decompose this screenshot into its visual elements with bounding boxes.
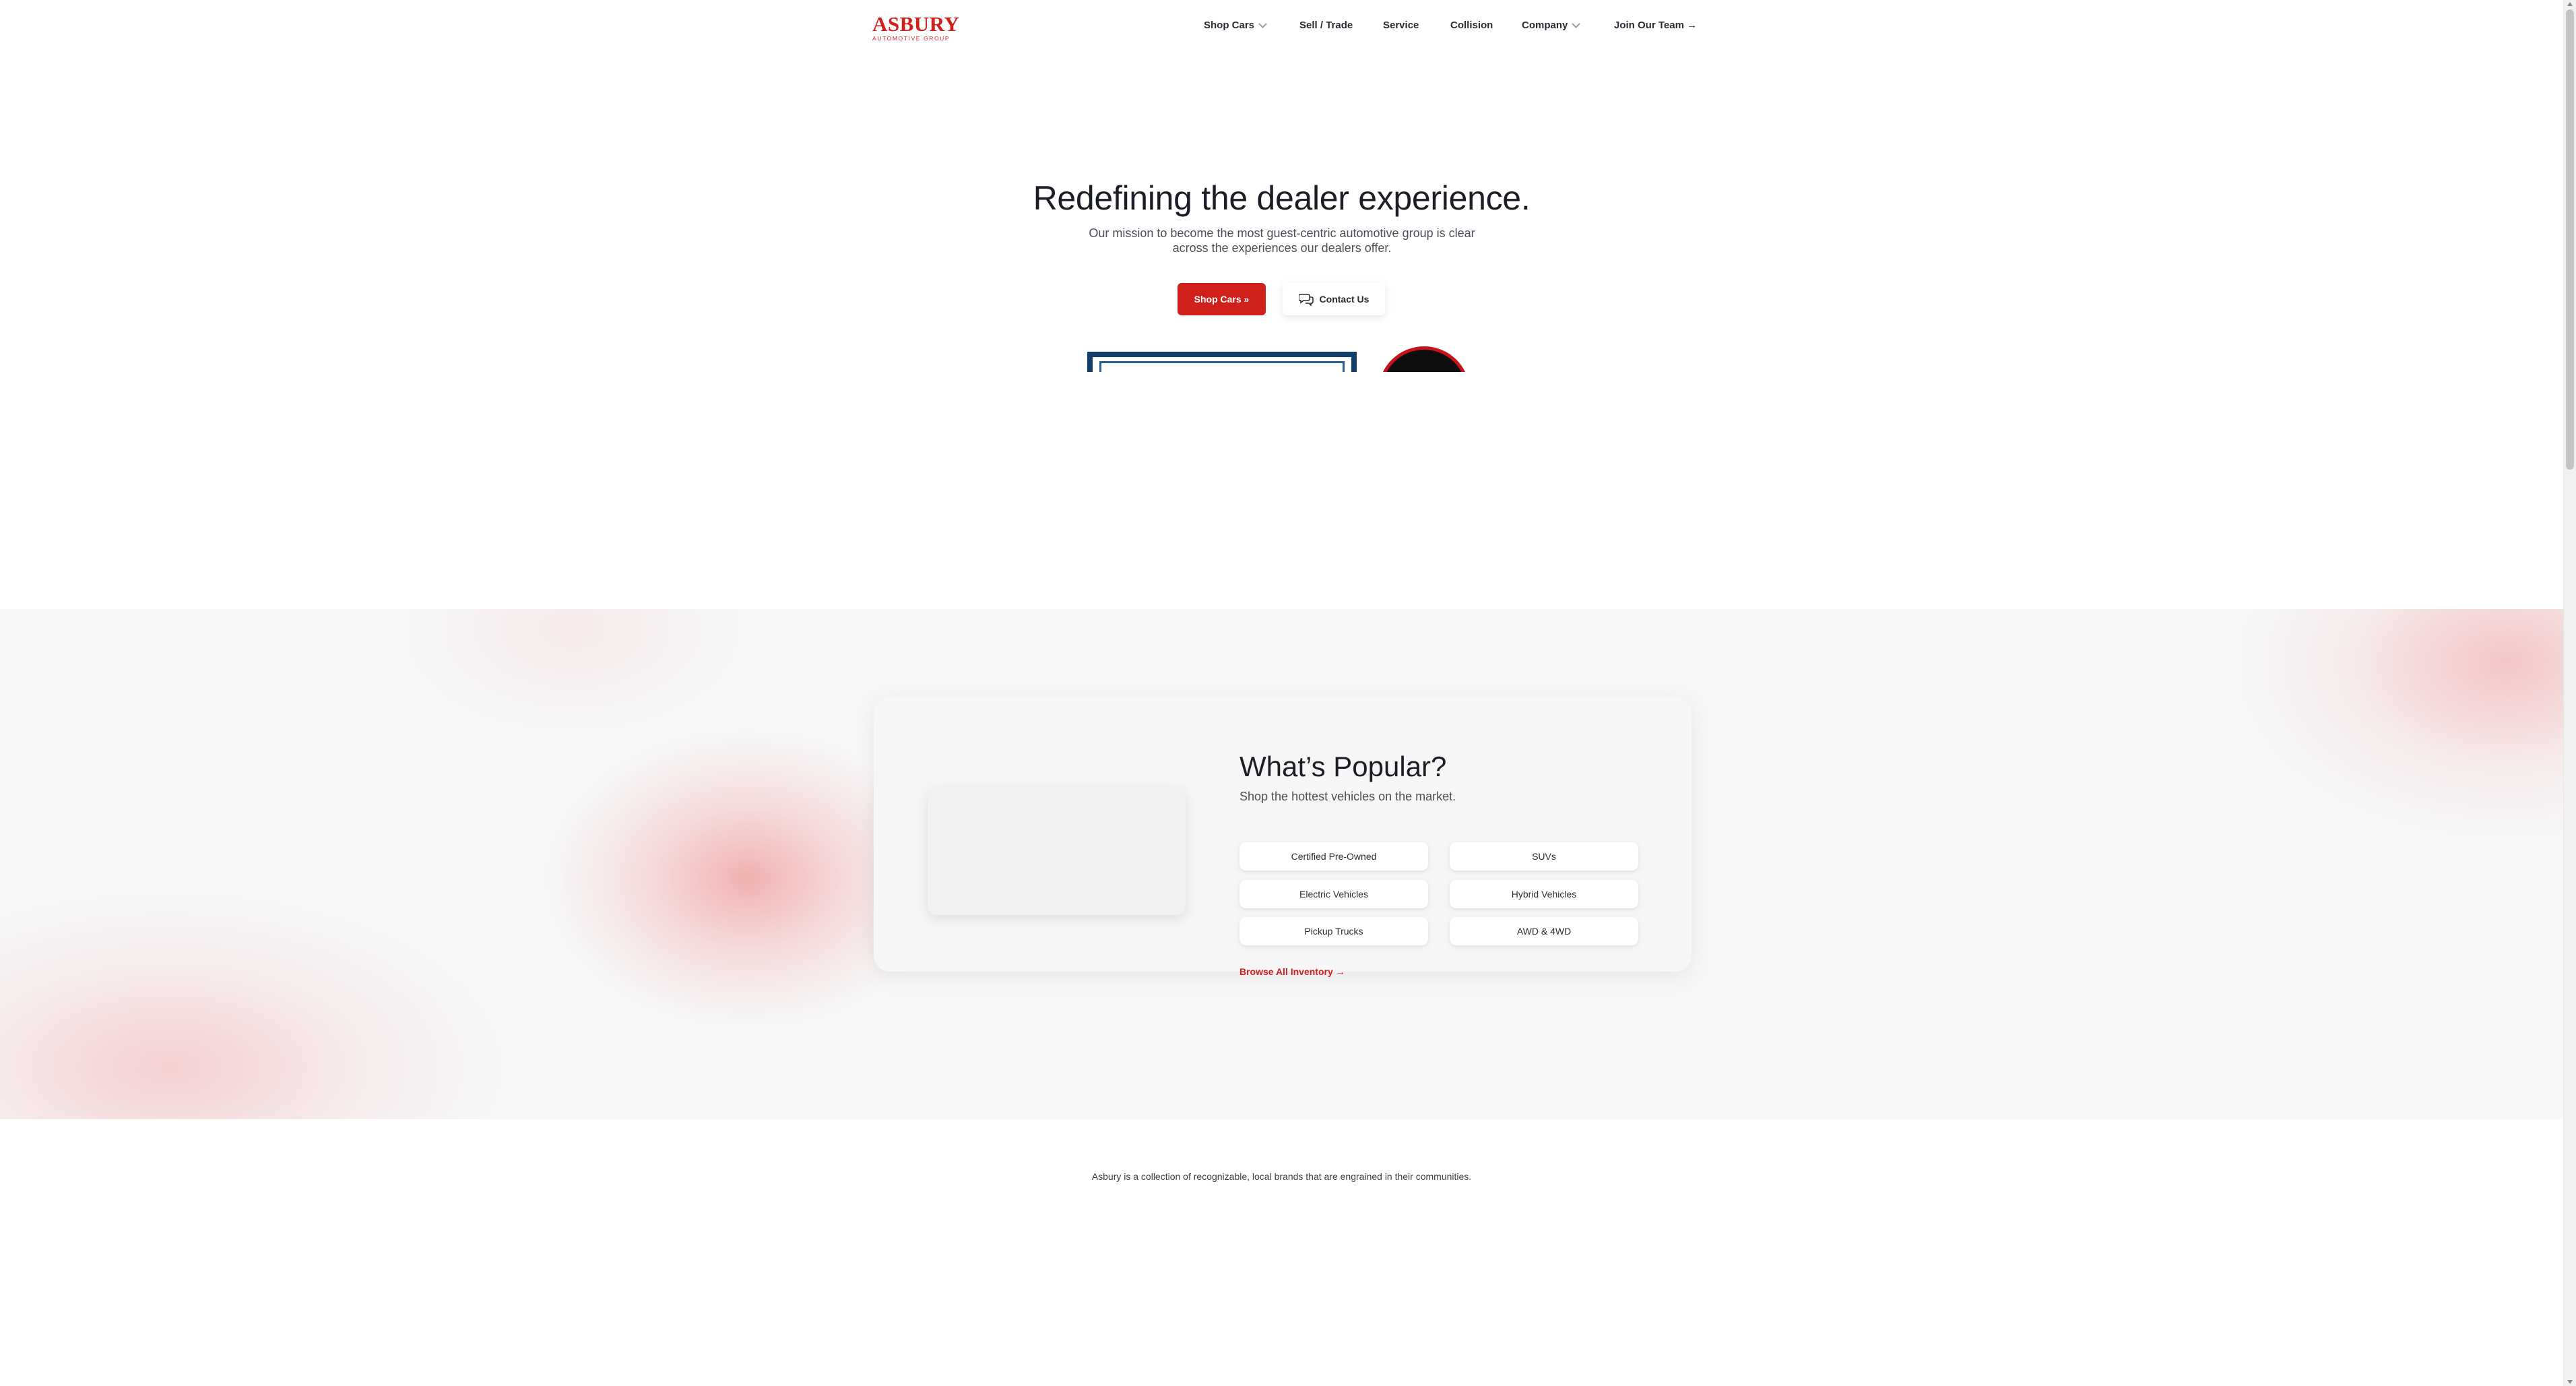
nav-shop-cars-label: Shop Cars (1204, 20, 1255, 31)
nav-company-label: Company (1522, 20, 1568, 31)
hero-title: Redefining the dealer experience. (1033, 179, 1531, 217)
main-nav: Shop Cars Sell / Trade Service Collision… (0, 0, 2563, 54)
hero-subtitle: Our mission to become the most guest-cen… (1089, 226, 1475, 255)
site-header: ASBURY AUTOMOTIVE GROUP Shop Cars Sell /… (0, 0, 2563, 54)
page-scrollbar[interactable] (2563, 0, 2576, 1386)
nav-company[interactable]: Company (1522, 19, 1581, 31)
nav-service-label: Service (1383, 20, 1419, 31)
category-suvs[interactable]: SUVs (1450, 842, 1638, 871)
scroll-down-arrow-icon[interactable] (2567, 1380, 2573, 1384)
category-certified-pre-owned[interactable]: Certified Pre-Owned (1239, 842, 1428, 871)
chat-bubbles-icon (1298, 294, 1314, 306)
nav-join-team[interactable]: Join Our Team → (1614, 20, 1697, 31)
nav-collision-label: Collision (1450, 20, 1493, 31)
nav-sell-trade-label: Sell / Trade (1299, 20, 1353, 31)
background-glow (0, 892, 505, 1119)
popular-vehicle-image (928, 787, 1186, 915)
nav-join-team-label: Join Our Team → (1614, 20, 1698, 31)
shop-cars-button[interactable]: Shop Cars » (1178, 283, 1266, 315)
nav-shop-cars[interactable]: Shop Cars (1204, 19, 1267, 31)
nav-collision[interactable]: Collision (1450, 20, 1493, 31)
hero-image-inner-frame (1099, 361, 1345, 372)
nav-sell-trade[interactable]: Sell / Trade (1299, 20, 1353, 31)
scroll-up-arrow-icon[interactable] (2567, 2, 2573, 6)
hero-dealership-image (1087, 352, 1357, 372)
category-electric-vehicles[interactable]: Electric Vehicles (1239, 880, 1428, 908)
contact-us-button[interactable]: Contact Us (1283, 283, 1385, 315)
chevron-down-icon (1258, 19, 1267, 28)
category-hybrid-vehicles[interactable]: Hybrid Vehicles (1450, 880, 1638, 908)
popular-section: What’s Popular? Shop the hottest vehicle… (0, 609, 2563, 1119)
brands-intro-text: Asbury is a collection of recognizable, … (1091, 1171, 1472, 1182)
category-awd-4wd[interactable]: AWD & 4WD (1450, 917, 1638, 945)
chevron-down-icon (1572, 19, 1581, 28)
contact-us-label: Contact Us (1319, 294, 1370, 305)
browse-all-inventory-link[interactable]: Browse All Inventory → (1239, 966, 1345, 977)
popular-card: What’s Popular? Shop the hottest vehicle… (874, 697, 1692, 977)
background-glow (2236, 609, 2563, 838)
hero-badge-circle (1378, 346, 1470, 372)
popular-title: What’s Popular? (1239, 751, 1447, 782)
background-glow (404, 609, 741, 730)
popular-subtitle: Shop the hottest vehicles on the market. (1239, 790, 1456, 803)
category-pickup-trucks[interactable]: Pickup Trucks (1239, 917, 1428, 945)
scrollbar-thumb[interactable] (2566, 9, 2574, 470)
nav-service[interactable]: Service (1383, 20, 1419, 31)
hero-badge-image (1378, 346, 1470, 372)
